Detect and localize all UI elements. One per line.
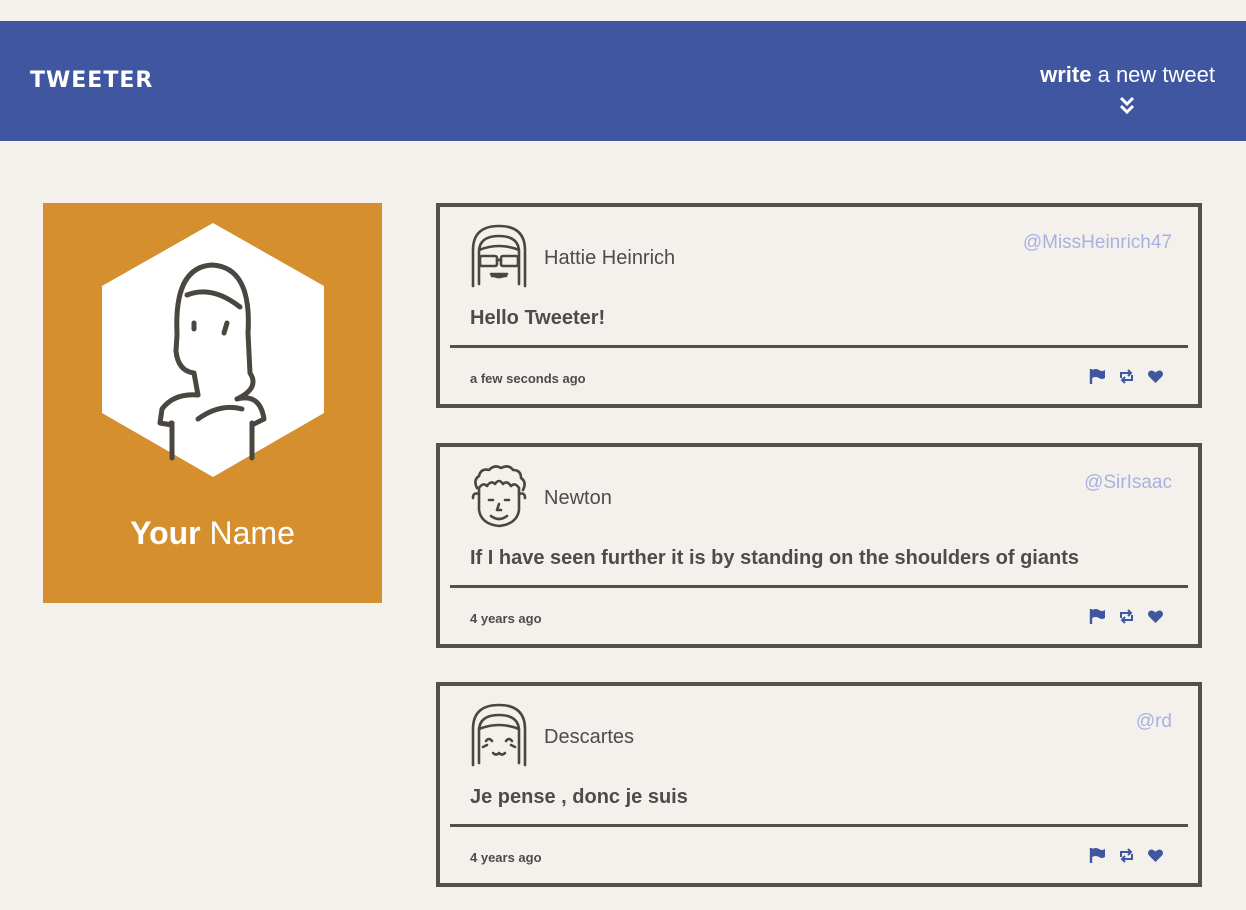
profile-name-bold: Your [130,515,201,551]
tweet-timestamp: 4 years ago [470,850,542,865]
brand-logo[interactable]: TWEETER [30,68,153,93]
tweet-content: If I have seen further it is by standing… [470,547,1079,569]
profile-avatar [102,223,324,477]
retweet-icon[interactable] [1118,368,1135,385]
tweet-content: Hello Tweeter! [470,307,606,329]
tweet-divider [450,824,1188,827]
compose-tweet-toggle[interactable]: write a new tweet [1040,62,1215,115]
tweet-author-handle[interactable]: @rd [1136,711,1172,733]
tweet-divider [450,345,1188,348]
heart-icon[interactable] [1147,368,1164,385]
tweet-timestamp: a few seconds ago [470,371,586,386]
tweet-divider [450,585,1188,588]
tweet-actions [1089,368,1164,385]
tweet-card: Newton @SirIsaac If I have seen further … [436,443,1202,648]
profile-name-rest: Name [200,515,295,551]
tweet-author-name[interactable]: Hattie Heinrich [544,247,675,270]
retweet-icon[interactable] [1118,608,1135,625]
flag-icon[interactable] [1089,608,1106,625]
tweet-author-name[interactable]: Descartes [544,726,634,749]
tweet-content: Je pense , donc je suis [470,786,688,808]
profile-name: Your Name [43,515,382,552]
compose-label-bold: write [1040,62,1092,87]
tweet-author-handle[interactable]: @SirIsaac [1084,472,1172,494]
tweet-actions [1089,847,1164,864]
tweet-author-handle[interactable]: @MissHeinrich47 [1023,232,1172,254]
double-chevron-down-icon[interactable] [1119,96,1135,116]
tweet-card: Descartes @rd Je pense , donc je suis 4 … [436,682,1202,887]
profile-card: Your Name [43,203,382,603]
compose-label-rest: a new tweet [1091,62,1215,87]
flag-icon[interactable] [1089,847,1106,864]
curly-hair-man-icon [471,465,527,528]
tweet-timestamp: 4 years ago [470,611,542,626]
retweet-icon[interactable] [1118,847,1135,864]
flag-icon[interactable] [1089,368,1106,385]
heart-icon[interactable] [1147,608,1164,625]
tweet-actions [1089,608,1164,625]
tweet-card: Hattie Heinrich @MissHeinrich47 Hello Tw… [436,203,1202,408]
tweet-author-name[interactable]: Newton [544,487,612,510]
girl-sunglasses-icon [471,224,527,288]
smiling-girl-icon [471,703,527,767]
heart-icon[interactable] [1147,847,1164,864]
